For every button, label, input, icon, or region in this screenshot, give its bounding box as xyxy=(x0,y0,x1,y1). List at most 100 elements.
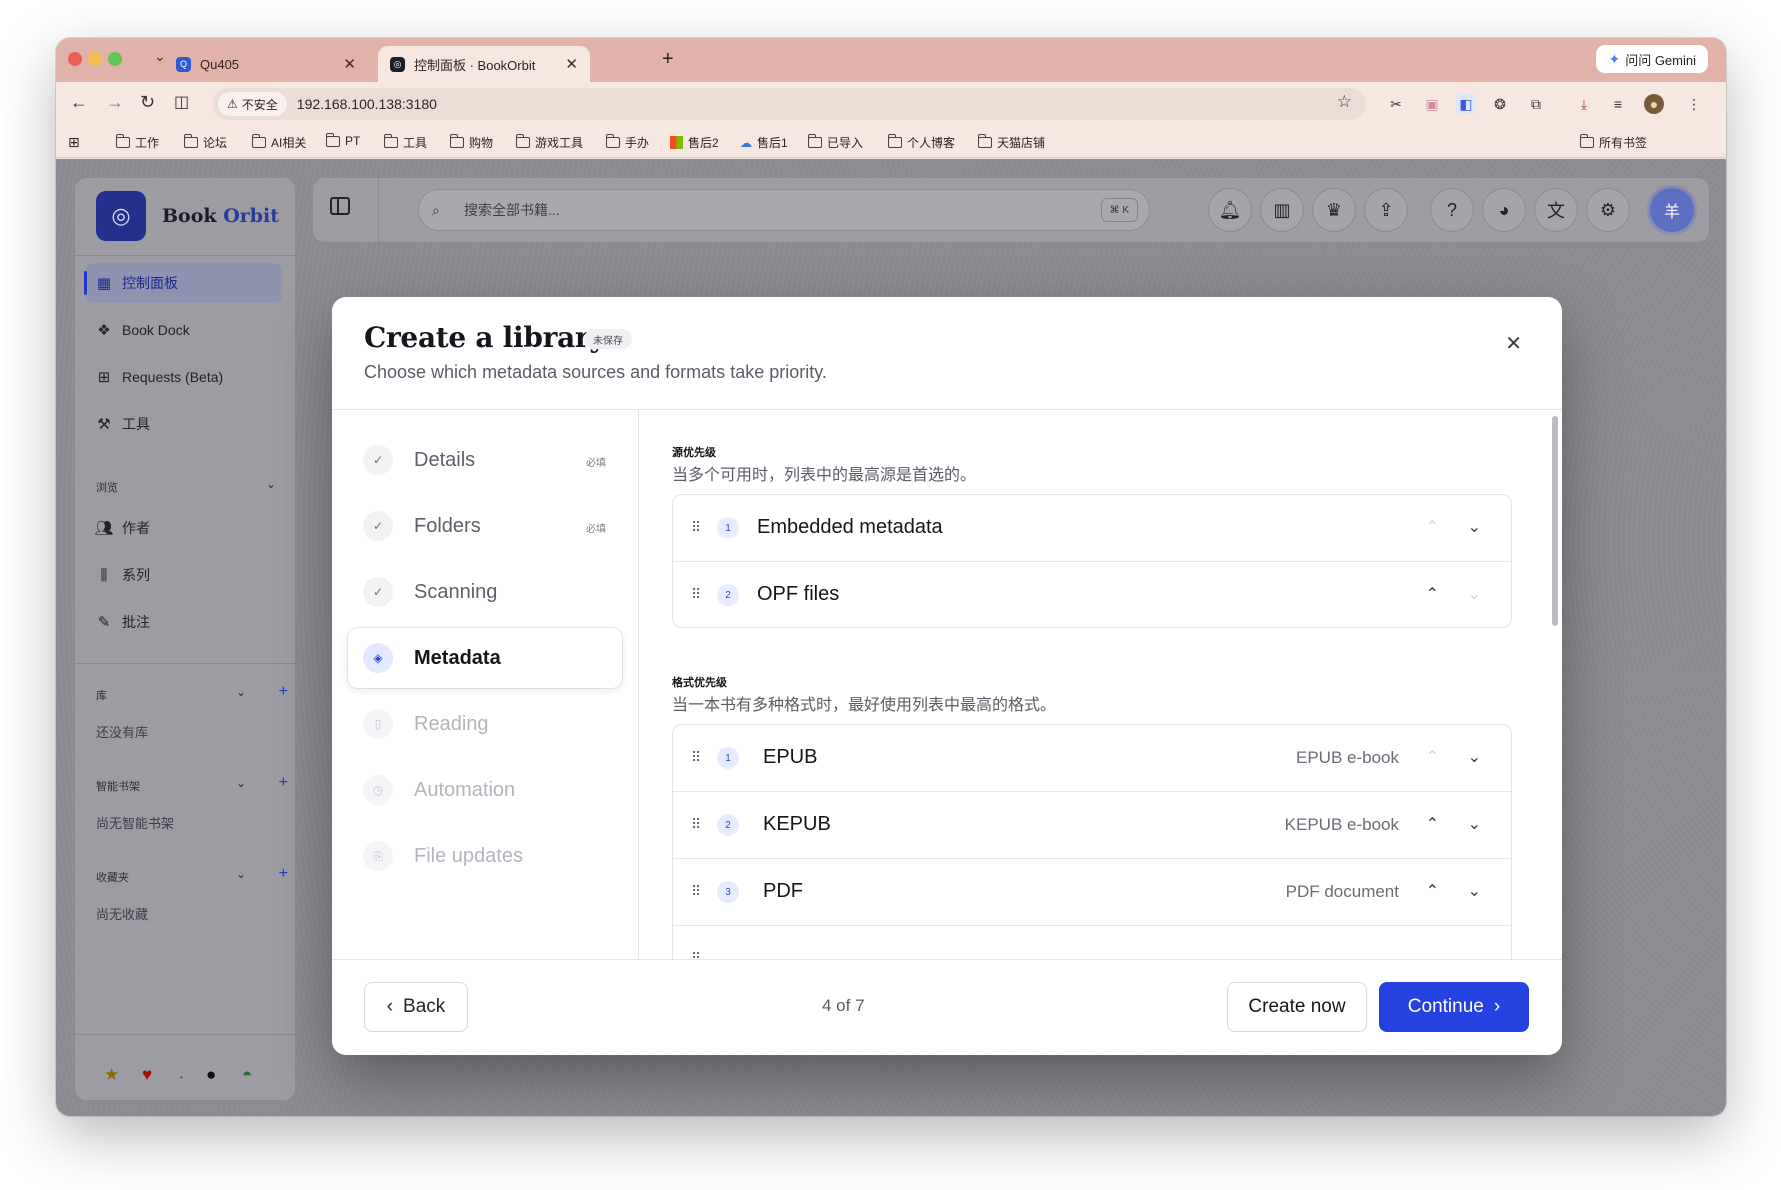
heart-icon[interactable]: ♥ xyxy=(142,1065,152,1085)
minimize-window-button[interactable] xyxy=(88,52,102,66)
move-down-chevron-icon[interactable]: ⌄ xyxy=(1468,517,1481,537)
theme-palette-icon[interactable]: ◕ xyxy=(1482,188,1526,232)
extensions-puzzle-icon[interactable]: ⧉ xyxy=(1526,94,1546,114)
list-item[interactable]: ⠿ xyxy=(673,926,1511,959)
sidebar-item-series[interactable]: ⫼ 系列 xyxy=(86,555,282,595)
drag-handle-icon[interactable]: ⠿ xyxy=(691,816,701,833)
tab-close-icon[interactable]: ✕ xyxy=(343,55,356,73)
address-bar[interactable]: ⚠ 不安全 192.168.100.138:3180 ☆ xyxy=(212,88,1366,120)
content-scrollbar[interactable] xyxy=(1552,416,1558,626)
move-up-chevron-icon[interactable]: ⌃ xyxy=(1426,814,1439,834)
star-icon[interactable]: ★ xyxy=(104,1065,119,1085)
bookmark-link[interactable]: ☁ 售后1 xyxy=(740,134,788,151)
translate-icon[interactable]: 文 xyxy=(1534,188,1578,232)
android-icon[interactable]: ◓ xyxy=(242,1065,252,1085)
back-button[interactable]: ‹ Back xyxy=(364,982,468,1032)
sidebar-item-authors[interactable]: 👥︎ 作者 xyxy=(86,508,282,548)
new-tab-plus-icon[interactable]: + xyxy=(662,48,674,71)
add-shelf-plus-icon[interactable]: + xyxy=(279,774,288,792)
bookmark-folder[interactable]: 个人博客 xyxy=(887,134,955,151)
bookmark-folder[interactable]: 天猫店铺 xyxy=(977,134,1045,151)
extension-scissors-icon[interactable]: ✂ xyxy=(1386,94,1406,114)
sidebar-toggle-icon[interactable] xyxy=(330,197,350,215)
all-bookmarks-folder[interactable]: 所有书签 xyxy=(1579,134,1647,151)
bookmark-folder[interactable]: PT xyxy=(325,132,360,148)
sidebar-item-requests[interactable]: ⊞ Requests (Beta) xyxy=(86,357,282,397)
help-icon[interactable]: ? xyxy=(1430,188,1474,232)
stats-chart-icon[interactable]: ▥ xyxy=(1260,188,1304,232)
tab-close-icon[interactable]: ✕ xyxy=(565,55,578,73)
drag-handle-icon[interactable]: ⠿ xyxy=(691,586,701,603)
list-item[interactable]: ⠿ 1 EPUB EPUB e-book ⌃ ⌄ xyxy=(673,725,1511,792)
back-arrow-icon[interactable]: ← xyxy=(70,92,88,113)
settings-gear-icon[interactable]: ⚙ xyxy=(1586,188,1630,232)
ask-gemini-button[interactable]: ✦ 问问 Gemini xyxy=(1596,45,1708,73)
drag-handle-icon[interactable]: ⠿ xyxy=(691,749,701,766)
move-up-chevron-icon[interactable]: ⌃ xyxy=(1426,584,1439,604)
extension-blue-icon[interactable]: ◧ xyxy=(1456,94,1476,114)
move-up-chevron-icon[interactable]: ⌃ xyxy=(1426,881,1439,901)
sidebar-item-book-dock[interactable]: ❖ Book Dock xyxy=(86,310,282,350)
trophy-icon[interactable]: ♛ xyxy=(1312,188,1356,232)
step-automation[interactable]: ◷ Automation xyxy=(348,760,622,820)
sidebar-item-tools[interactable]: ⚒ 工具 xyxy=(86,404,282,444)
download-icon[interactable]: ⤓ xyxy=(1574,94,1594,114)
drag-handle-icon[interactable]: ⠿ xyxy=(691,519,701,536)
add-library-plus-icon[interactable]: + xyxy=(279,683,288,701)
browse-section-header[interactable]: 浏览 ⌄ xyxy=(96,477,276,495)
list-item[interactable]: ⠿ 2 OPF files ⌃ ⌄ xyxy=(673,562,1511,627)
drag-handle-icon[interactable]: ⠿ xyxy=(691,883,701,900)
list-item[interactable]: ⠿ 3 PDF PDF document ⌃ ⌄ xyxy=(673,859,1511,926)
move-down-chevron-icon[interactable]: ⌄ xyxy=(1468,814,1481,834)
tab-qu405[interactable]: Q Qu405 ✕ xyxy=(164,46,368,82)
reload-icon[interactable]: ↻ xyxy=(140,92,155,113)
continue-button[interactable]: Continue › xyxy=(1379,982,1529,1032)
close-window-button[interactable] xyxy=(68,52,82,66)
move-down-chevron-icon[interactable]: ⌄ xyxy=(1468,584,1481,604)
profile-avatar[interactable]: ● xyxy=(1644,94,1664,114)
add-favorite-plus-icon[interactable]: + xyxy=(279,865,288,883)
list-item[interactable]: ⠿ 2 KEPUB KEPUB e-book ⌃ ⌄ xyxy=(673,792,1511,859)
extension-openai-icon[interactable]: ❂ xyxy=(1490,94,1510,114)
create-now-button[interactable]: Create now xyxy=(1227,982,1367,1032)
user-avatar[interactable]: 羊 xyxy=(1650,188,1694,232)
sidebar-item-annotations[interactable]: ✎ 批注 xyxy=(86,602,282,642)
bookmark-folder[interactable]: 工具 xyxy=(383,134,427,151)
move-up-chevron-icon[interactable]: ⌃ xyxy=(1426,747,1439,767)
bookorbit-logo-icon[interactable]: ◎ xyxy=(96,191,146,241)
tab-bookorbit[interactable]: ◎ 控制面板 · BookOrbit ✕ xyxy=(378,46,590,82)
maximize-window-button[interactable] xyxy=(108,52,122,66)
notifications-bell-icon[interactable]: 🔔︎ xyxy=(1208,188,1252,232)
bookmark-folder[interactable]: 手办 xyxy=(605,134,649,151)
site-security-chip[interactable]: ⚠ 不安全 xyxy=(218,92,287,116)
extension-game-icon[interactable]: ▣ xyxy=(1422,94,1442,114)
bookmark-folder[interactable]: 游戏工具 xyxy=(515,134,583,151)
global-search-input[interactable]: ⌕ 搜索全部书籍... ⌘ K xyxy=(418,189,1150,231)
bookmark-star-icon[interactable]: ☆ xyxy=(1337,92,1352,112)
sidebar-item-dashboard[interactable]: ▦ 控制面板 xyxy=(84,263,282,303)
step-folders[interactable]: ✓ Folders 必填 xyxy=(348,496,622,556)
step-metadata[interactable]: ◈ Metadata xyxy=(348,628,622,688)
list-item[interactable]: ⠿ 1 Embedded metadata ⌃ ⌄ xyxy=(673,495,1511,562)
move-down-chevron-icon[interactable]: ⌄ xyxy=(1468,747,1481,767)
step-reading[interactable]: ▯ Reading xyxy=(348,694,622,754)
media-playlist-icon[interactable]: ≡ xyxy=(1608,94,1628,114)
browser-menu-icon[interactable]: ⋮ xyxy=(1684,94,1704,114)
step-details[interactable]: ✓ Details 必填 xyxy=(348,430,622,490)
bookmark-folder[interactable]: 购物 xyxy=(449,134,493,151)
apple-icon[interactable]: ● xyxy=(206,1065,216,1085)
library-section-header[interactable]: 库 ⌄ + xyxy=(96,683,288,703)
bookmark-folder[interactable]: AI相关 xyxy=(251,134,306,151)
step-file-updates[interactable]: ⎘ File updates xyxy=(348,826,622,886)
drag-handle-icon[interactable]: ⠿ xyxy=(691,950,701,959)
bookmark-folder[interactable]: 已导入 xyxy=(807,134,863,151)
bookmark-folder[interactable]: 论坛 xyxy=(183,134,227,151)
step-scanning[interactable]: ✓ Scanning xyxy=(348,562,622,622)
move-down-chevron-icon[interactable]: ⌄ xyxy=(1468,881,1481,901)
bookmark-link[interactable]: 售后2 xyxy=(670,134,719,151)
reader-mode-icon[interactable]: ◫ xyxy=(174,92,189,112)
forward-arrow-icon[interactable]: → xyxy=(106,92,124,113)
bookmark-folder[interactable]: 工作 xyxy=(115,134,159,151)
upload-icon[interactable]: ⇪ xyxy=(1364,188,1408,232)
move-up-chevron-icon[interactable]: ⌃ xyxy=(1426,517,1439,537)
